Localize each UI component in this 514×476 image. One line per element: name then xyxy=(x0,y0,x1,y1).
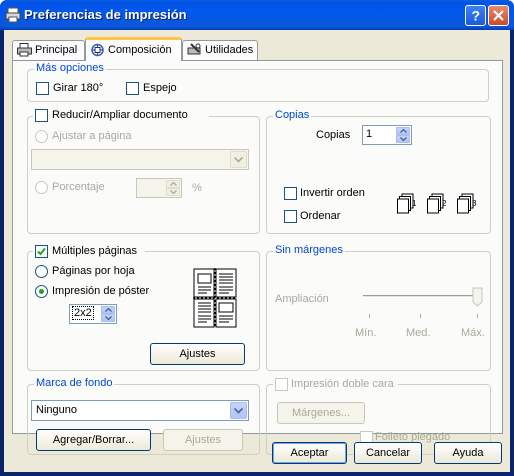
tab-composicion[interactable]: Composición xyxy=(85,37,182,61)
dropdown-button[interactable] xyxy=(230,402,247,419)
spin-down-button[interactable] xyxy=(166,188,180,196)
espejo-label: Espejo xyxy=(143,82,177,94)
porcentaje-label: Porcentaje xyxy=(52,181,105,193)
collate-number-1: 1 xyxy=(412,199,417,208)
spinner-buttons[interactable] xyxy=(101,306,115,322)
poster-size-spinner[interactable]: 2x2 xyxy=(69,304,117,324)
agregar-borrar-button[interactable]: Agregar/Borrar... xyxy=(36,429,151,451)
tab-principal[interactable]: Principal xyxy=(12,40,85,60)
sin-margenes-title: Sin márgenes xyxy=(273,244,345,256)
ordenar-checkbox[interactable] xyxy=(284,210,297,223)
slider-tick xyxy=(477,314,478,318)
poster-ajustes-button[interactable]: Ajustes xyxy=(150,343,245,365)
spin-down-button[interactable] xyxy=(396,135,410,143)
title-bar[interactable]: Preferencias de impresión ? xyxy=(0,0,514,30)
spin-up-button[interactable] xyxy=(166,180,180,188)
chevron-up-icon xyxy=(105,308,112,312)
spin-up-button[interactable] xyxy=(101,306,115,314)
slider-tick xyxy=(369,314,370,318)
print-preferences-window: Preferencias de impresión ? Principal Co… xyxy=(0,0,514,476)
chevron-down-icon xyxy=(105,316,112,320)
collate-pages-icon: 1 2 3 xyxy=(397,193,477,214)
ampliacion-label: Ampliación xyxy=(275,293,329,305)
slider-label-min: Mín. xyxy=(355,327,377,339)
girar-checkbox[interactable] xyxy=(36,82,49,95)
ampliacion-slider-track xyxy=(363,295,481,298)
layout-icon xyxy=(91,43,104,57)
tab-principal-label: Principal xyxy=(35,44,78,56)
multiples-label: Múltiples páginas xyxy=(52,245,137,257)
poster-label: Impresión de póster xyxy=(52,285,150,297)
chevron-down-icon xyxy=(400,137,407,141)
multiples-checkbox[interactable] xyxy=(35,245,48,258)
copias-value: 1 xyxy=(366,128,373,140)
tab-utilidades[interactable]: Utilidades xyxy=(182,40,258,60)
composicion-panel: Más opciones Girar 180° Espejo Reducir/A… xyxy=(12,60,503,455)
spin-up-button[interactable] xyxy=(396,127,410,135)
marca-ajustes-button[interactable]: Ajustes xyxy=(163,429,243,451)
spinner-buttons[interactable] xyxy=(166,180,180,196)
invertir-label: Invertir orden xyxy=(300,187,365,199)
marca-fondo-title: Marca de fondo xyxy=(34,377,115,389)
help-title-button[interactable]: ? xyxy=(465,5,486,26)
paginas-por-hoja-label: Páginas por hoja xyxy=(52,265,135,277)
mas-opciones-title: Más opciones xyxy=(34,62,106,74)
collate-number-3: 3 xyxy=(472,199,477,208)
percent-sign: % xyxy=(192,182,202,194)
dropdown-button[interactable] xyxy=(230,151,247,168)
tab-composicion-label: Composición xyxy=(108,44,172,56)
dialog-body: Principal Composición Utilidades Más opc… xyxy=(4,30,510,472)
invertir-checkbox[interactable] xyxy=(284,187,297,200)
girar-label: Girar 180° xyxy=(53,82,104,94)
copias-title: Copias xyxy=(273,109,312,121)
poster-preview-icon xyxy=(193,268,237,328)
aceptar-button[interactable]: Aceptar xyxy=(272,442,347,464)
chevron-down-icon xyxy=(234,408,243,414)
marca-fondo-value: Ninguno xyxy=(36,404,77,416)
slider-label-med: Med. xyxy=(406,327,431,339)
chevron-up-icon xyxy=(170,182,177,186)
close-icon xyxy=(493,10,504,21)
cancelar-button[interactable]: Cancelar xyxy=(354,442,422,464)
question-icon: ? xyxy=(472,8,481,23)
poster-size-value: 2x2 xyxy=(72,306,94,320)
ajustar-radio[interactable] xyxy=(35,130,48,143)
collate-number-2: 2 xyxy=(442,199,447,208)
ordenar-label: Ordenar xyxy=(300,210,341,222)
porcentaje-spinner[interactable] xyxy=(136,178,182,198)
printer-icon xyxy=(17,43,32,57)
window-title: Preferencias de impresión xyxy=(24,7,187,22)
reducir-checkbox[interactable] xyxy=(35,109,48,122)
printer-icon xyxy=(5,7,21,23)
checkmark-icon xyxy=(37,247,46,256)
marca-fondo-dropdown[interactable]: Ninguno xyxy=(31,400,249,421)
chevron-down-icon xyxy=(170,190,177,194)
slider-tick xyxy=(420,314,421,318)
slider-label-max: Máx. xyxy=(461,327,485,339)
paper-size-dropdown[interactable] xyxy=(31,149,249,170)
svg-text:?: ? xyxy=(472,8,481,23)
ajustar-label: Ajustar a página xyxy=(52,130,132,142)
spinner-buttons[interactable] xyxy=(396,127,410,143)
espejo-checkbox[interactable] xyxy=(126,82,139,95)
doble-cara-checkbox[interactable] xyxy=(275,378,288,391)
margenes-button[interactable]: Márgenes... xyxy=(277,402,365,424)
spin-down-button[interactable] xyxy=(101,314,115,322)
ayuda-button[interactable]: Ayuda xyxy=(434,442,502,464)
chevron-down-icon xyxy=(234,157,243,163)
paginas-por-hoja-radio[interactable] xyxy=(35,265,48,278)
doble-cara-label: Impresión doble cara xyxy=(291,378,394,390)
tools-icon xyxy=(187,43,201,55)
chevron-up-icon xyxy=(400,129,407,133)
reducir-label: Reducir/Ampliar documento xyxy=(52,109,188,121)
porcentaje-radio[interactable] xyxy=(35,181,48,194)
close-button[interactable] xyxy=(488,5,509,26)
copias-spinner[interactable]: 1 xyxy=(362,125,412,145)
tab-utilidades-label: Utilidades xyxy=(205,44,254,56)
sin-margenes-group: Sin márgenes xyxy=(266,244,491,371)
poster-radio[interactable] xyxy=(35,285,48,298)
copias-label: Copias xyxy=(316,129,351,141)
ampliacion-slider-thumb[interactable] xyxy=(472,287,483,307)
